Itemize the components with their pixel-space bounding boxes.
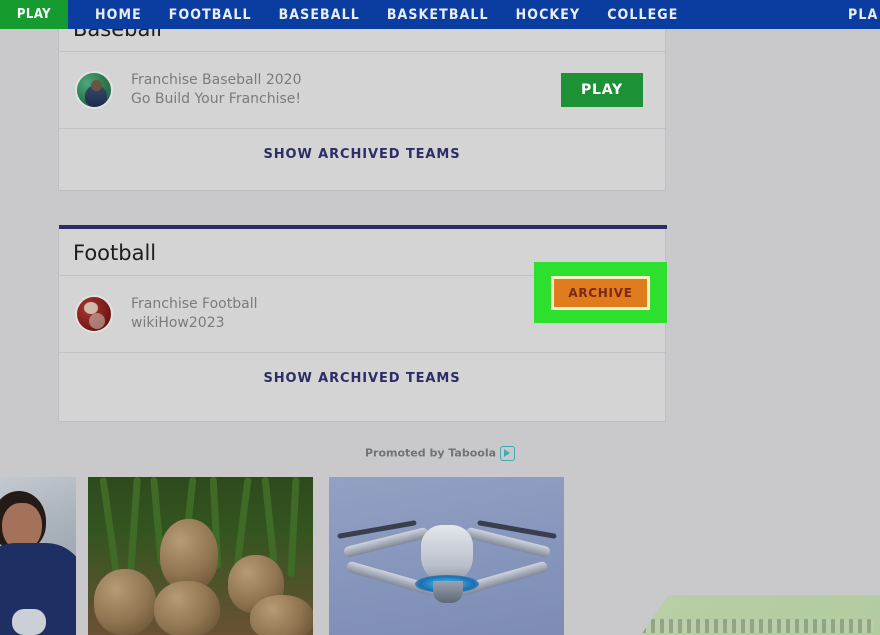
ad-thumbnail-vegetables[interactable] [88,477,313,635]
football-archived-link-wrap: SHOW ARCHIVED TEAMS [59,353,665,387]
nav-links: HOME FOOTBALL BASEBALL BASKETBALL HOCKEY… [68,0,848,29]
archive-button-highlight: ARCHIVE [534,262,667,323]
baseball-archived-link-wrap: SHOW ARCHIVED TEAMS [59,129,665,163]
taboola-attribution-label: Promoted by Taboola [364,446,497,460]
nav-link-play-right[interactable]: PLA [848,7,878,23]
nav-link-basketball[interactable]: BASKETBALL [387,7,489,23]
nav-link-football[interactable]: FOOTBALL [169,7,252,23]
baseball-play-button[interactable]: PLAY [560,73,643,107]
baseball-show-archived-teams-link[interactable]: SHOW ARCHIVED TEAMS [264,147,461,162]
team-row-football: Franchise Football wikiHow2023 ARCHIVE [59,262,667,352]
nav-play-button[interactable]: PLAY [0,0,68,29]
ad-veg-root [250,595,313,635]
teams-content-column: Baseball Franchise Baseball 2020 Go Buil… [58,16,667,422]
football-archive-button[interactable]: ARCHIVE [551,275,650,310]
nav-link-baseball[interactable]: BASEBALL [279,7,360,23]
nav-link-college[interactable]: COLLEGE [607,7,678,23]
overlay-widget-content [642,619,874,633]
ad-nurse-hand [12,609,46,635]
ad-thumbnail-drone[interactable] [329,477,564,635]
baseball-team-subtitle: Go Build Your Franchise! [131,91,302,107]
nav-right-section: PLA [848,0,880,29]
team-row-baseball: Franchise Baseball 2020 Go Build Your Fr… [59,52,665,128]
baseball-team-avatar [75,71,113,109]
baseball-team-name: Franchise Baseball 2020 [131,72,302,89]
taboola-attribution: Promoted by Taboola [0,446,880,461]
baseball-section-card: Baseball Franchise Baseball 2020 Go Buil… [58,16,666,191]
ad-veg-root [94,569,156,635]
football-section-card: Football Franchise Football wikiHow2023 … [58,225,667,422]
play-triangle-icon[interactable] [500,446,516,461]
football-team-avatar [75,295,113,333]
top-navigation-bar: PLAY HOME FOOTBALL BASEBALL BASKETBALL H… [0,0,880,29]
nav-play-button-label: PLAY [16,7,52,22]
ad-drone-camera [433,581,463,603]
football-show-archived-teams-link[interactable]: SHOW ARCHIVED TEAMS [264,371,461,386]
baseball-team-text: Franchise Baseball 2020 Go Build Your Fr… [131,71,561,109]
nav-link-home[interactable]: HOME [95,7,142,23]
ad-thumbnail-nurse[interactable] [0,477,76,635]
nav-link-hockey[interactable]: HOCKEY [516,7,581,23]
ad-veg-root [154,581,220,635]
